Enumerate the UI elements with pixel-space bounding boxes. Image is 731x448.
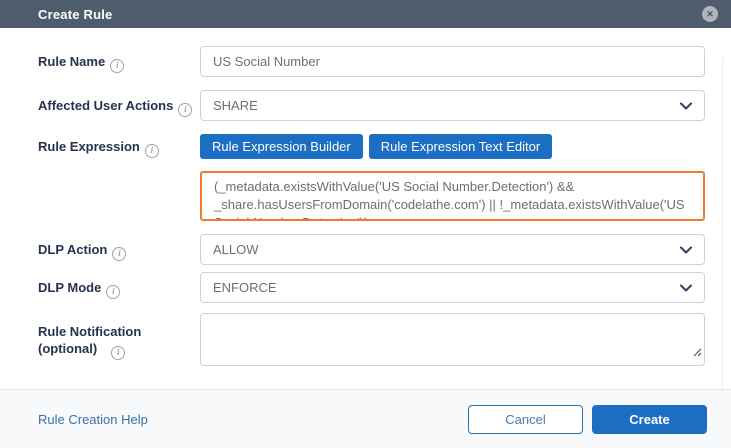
affected-user-actions-select[interactable]: SHARE xyxy=(200,90,705,121)
dlp-action-select[interactable]: ALLOW xyxy=(200,234,705,265)
rule-expression-value-row: (_metadata.existsWithValue('US Social Nu… xyxy=(38,171,705,226)
rule-notification-label: Rule Notification (optional) i xyxy=(38,313,200,360)
rule-name-label: Rule Name i xyxy=(38,46,200,73)
affected-user-actions-label: Affected User Actions i xyxy=(38,90,200,117)
cancel-button[interactable]: Cancel xyxy=(468,404,583,434)
dlp-mode-select[interactable]: ENFORCE xyxy=(200,272,705,303)
rule-creation-help-link[interactable]: Rule Creation Help xyxy=(38,412,148,427)
scrollbar-track[interactable] xyxy=(722,58,723,415)
info-icon[interactable]: i xyxy=(112,246,127,261)
info-icon[interactable]: i xyxy=(111,345,126,360)
dlp-mode-row: DLP Mode i ENFORCE xyxy=(38,272,705,303)
info-icon[interactable]: i xyxy=(178,102,193,117)
rule-expression-text-editor-button[interactable]: Rule Expression Text Editor xyxy=(368,134,553,159)
rule-expression-textarea[interactable]: (_metadata.existsWithValue('US Social Nu… xyxy=(200,171,705,221)
rule-expression-builder-button[interactable]: Rule Expression Builder xyxy=(200,134,363,159)
dialog-body: Rule Namei Affected User Actionsi SHARE xyxy=(0,28,731,415)
info-icon[interactable]: i xyxy=(110,58,125,73)
selected-value: ALLOW xyxy=(213,242,259,257)
close-glyph: ✕ xyxy=(706,8,714,19)
create-rule-dialog: Create Rule ✕ Rule Namei Affected User A… xyxy=(0,0,731,448)
rule-expression-label: Rule Expression i xyxy=(38,134,200,158)
dlp-action-label: DLP Action i xyxy=(38,234,200,261)
dlp-action-row: DLP Action i ALLOW xyxy=(38,234,705,265)
rule-name-input[interactable] xyxy=(200,46,705,77)
selected-value: ENFORCE xyxy=(213,280,277,295)
dlp-mode-label: DLP Mode i xyxy=(38,272,200,299)
chevron-down-icon xyxy=(680,102,692,110)
chevron-down-icon xyxy=(680,284,692,292)
rule-notification-row: Rule Notification (optional) i xyxy=(38,313,705,366)
rule-notification-textarea[interactable] xyxy=(200,313,705,366)
rule-expression-row: Rule Expression i Rule Expression Builder… xyxy=(38,134,705,159)
info-icon[interactable]: i xyxy=(106,284,121,299)
affected-user-actions-row: Affected User Actions i SHARE xyxy=(38,90,705,121)
info-icon[interactable]: i xyxy=(144,143,159,158)
dialog-title: Create Rule xyxy=(38,6,113,22)
dialog-header: Create Rule ✕ xyxy=(0,0,731,28)
rule-name-row: Rule Name i xyxy=(38,46,705,77)
create-button[interactable]: Create xyxy=(592,404,707,434)
dialog-footer: Rule Creation Help Cancel Create xyxy=(0,389,731,448)
chevron-down-icon xyxy=(680,246,692,254)
close-icon[interactable]: ✕ xyxy=(702,6,718,22)
selected-value: SHARE xyxy=(213,98,258,113)
